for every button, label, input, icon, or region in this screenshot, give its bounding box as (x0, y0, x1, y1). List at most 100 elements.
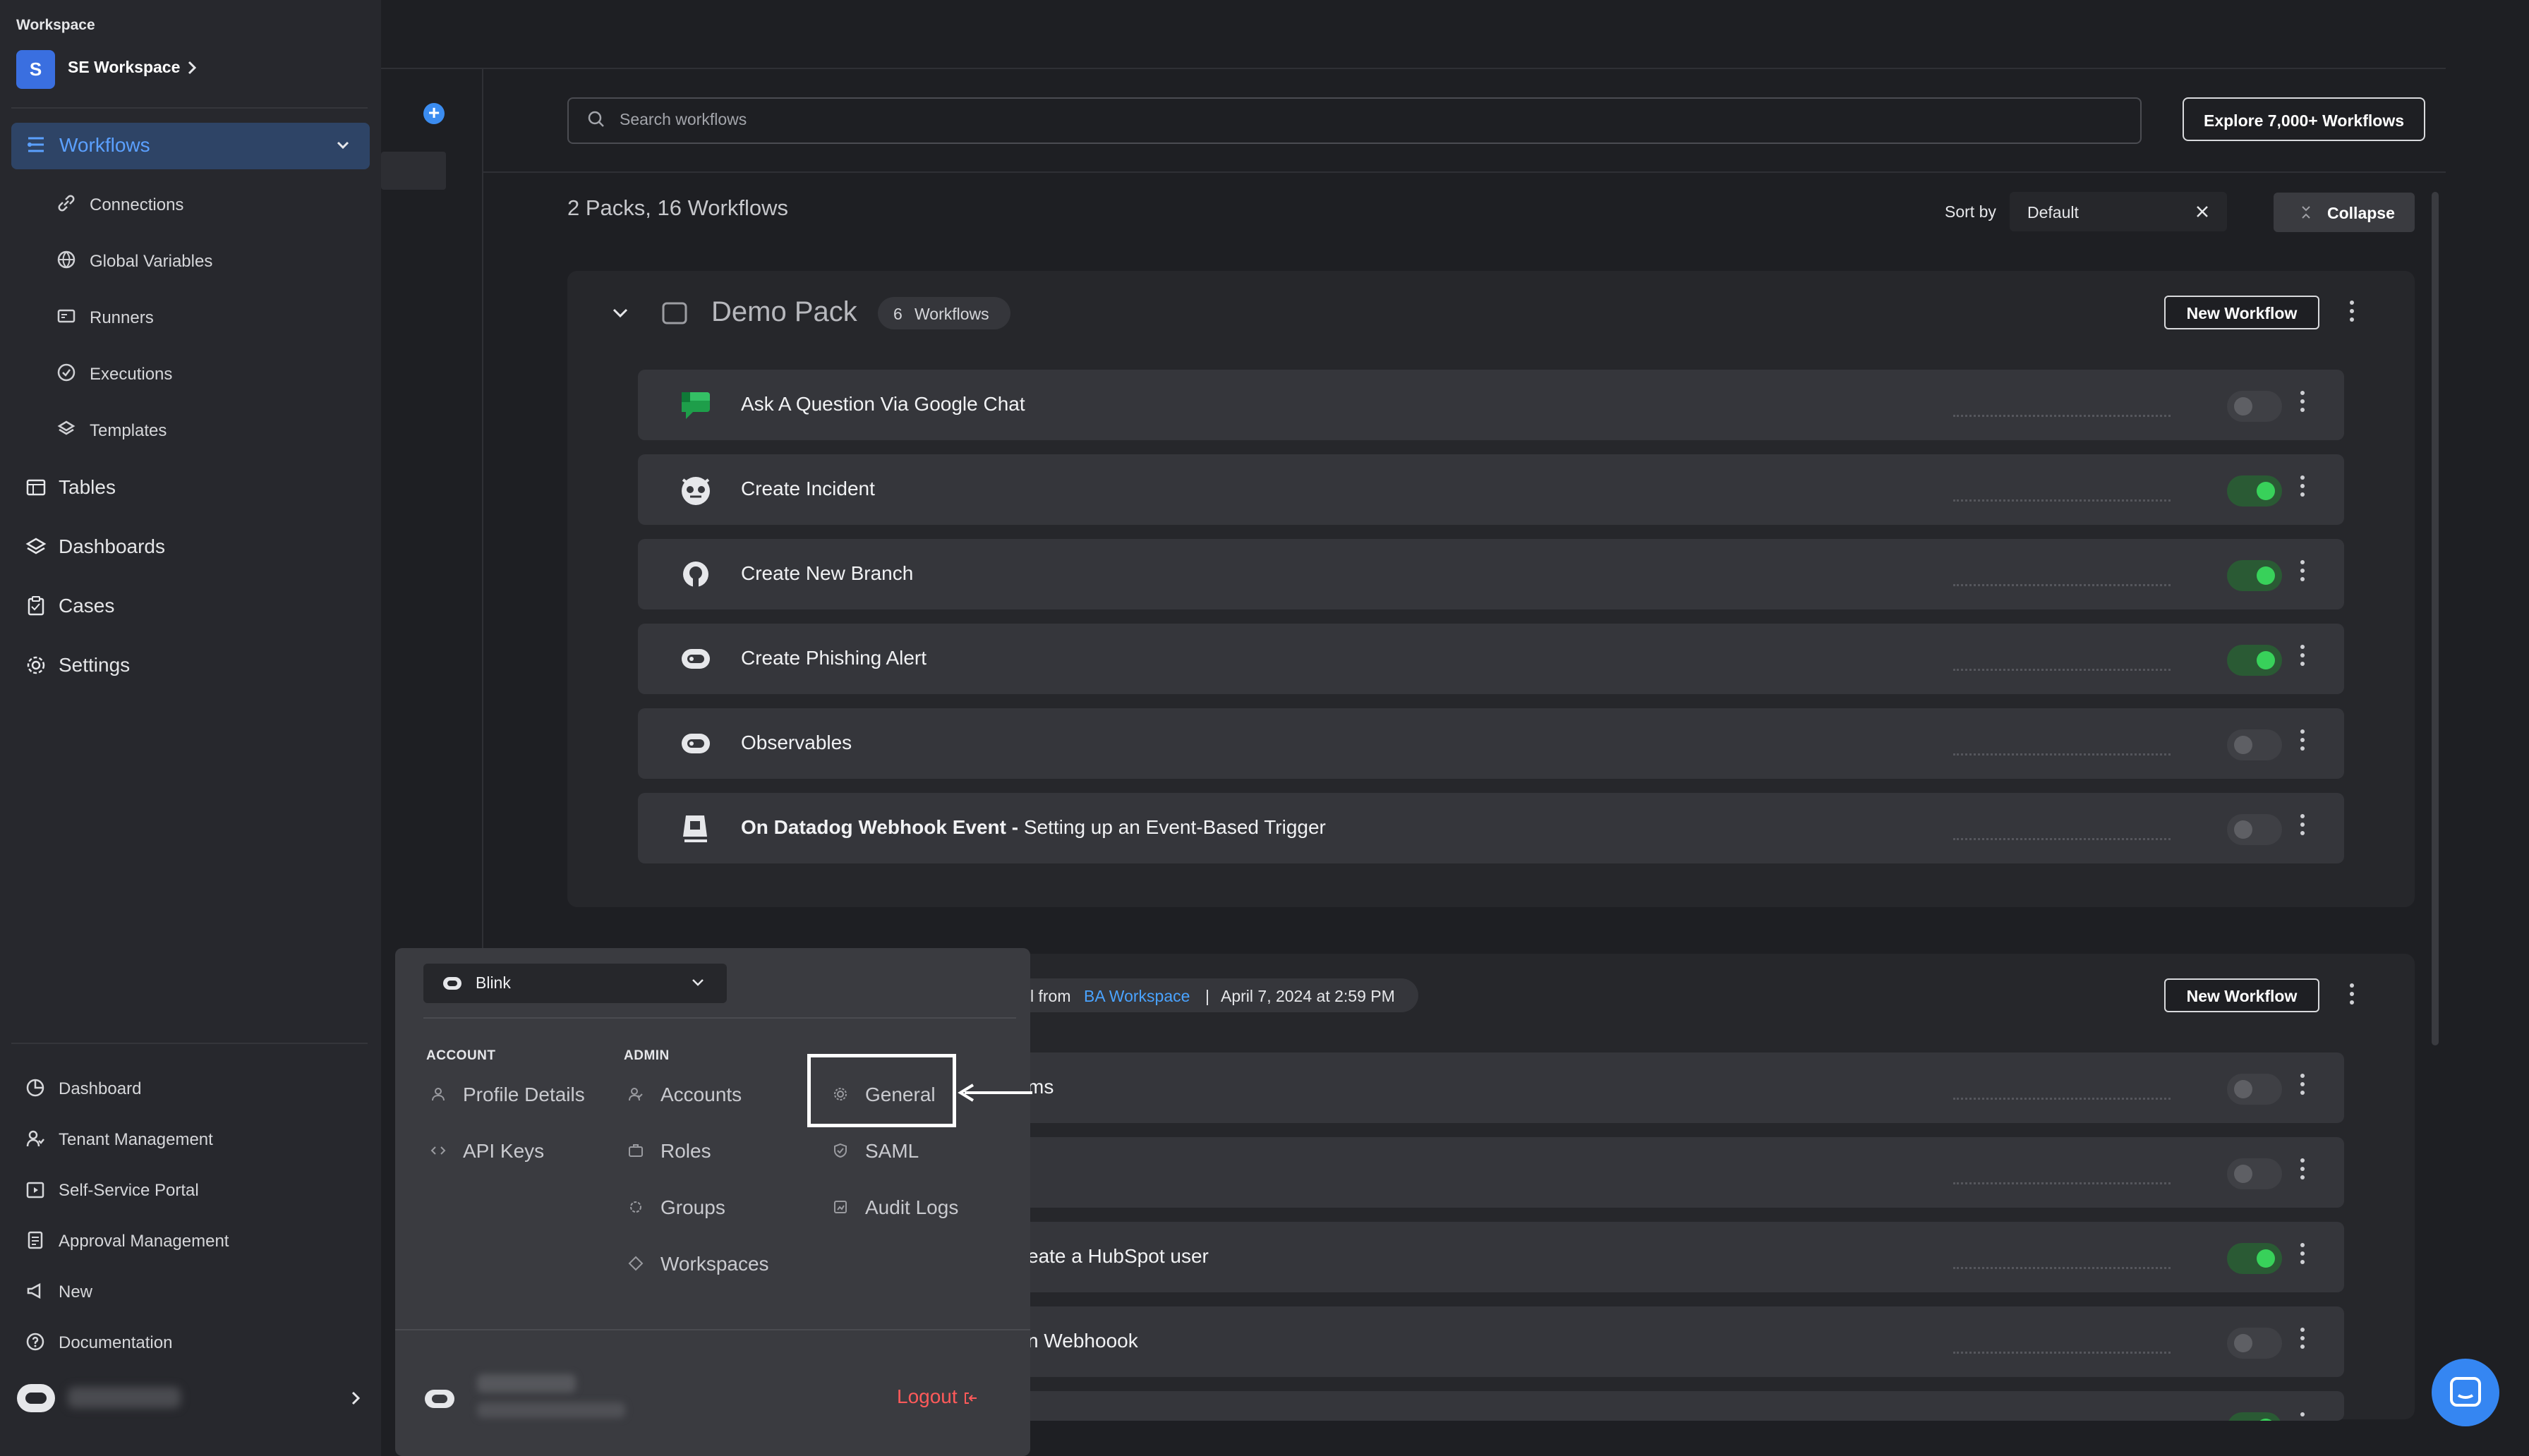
sidebar-item-tenant-management[interactable]: Tenant Management (59, 1130, 213, 1150)
chevron-down-icon[interactable] (334, 138, 351, 152)
workspace-name[interactable]: SE Workspace (68, 58, 180, 77)
main-divider (482, 171, 2446, 173)
add-icon[interactable]: + (423, 103, 445, 124)
pack-meta-separator: | (1205, 987, 1209, 1005)
sidebar-item-templates[interactable]: Templates (90, 421, 167, 441)
collapse-label: Collapse (2327, 204, 2395, 222)
menu-item-roles[interactable]: Roles (660, 1140, 711, 1163)
sidebar-item-runners[interactable]: Runners (90, 308, 154, 328)
workflow-row[interactable]: Ask A Question Via Google Chat (638, 370, 2344, 440)
workflow-toggle[interactable] (2227, 391, 2282, 422)
sidebar-item-cases[interactable]: Cases (59, 595, 114, 617)
sort-value: Default (2027, 203, 2079, 222)
table-icon (25, 477, 47, 498)
workflow-row[interactable]: On Datadog Webhook Event - Setting up an… (638, 793, 2344, 863)
sidebar-item-self-service-portal[interactable]: Self-Service Portal (59, 1181, 199, 1201)
workflow-toggle[interactable] (2227, 1158, 2282, 1189)
workspace-avatar[interactable]: S (16, 50, 55, 89)
more-icon[interactable] (2300, 814, 2306, 839)
sidebar-item-executions[interactable]: Executions (90, 365, 172, 384)
more-icon[interactable] (2300, 1328, 2306, 1353)
sidebar-item-new[interactable]: New (59, 1282, 92, 1302)
tenant-select-value: Blink (476, 973, 511, 992)
menu-item-api-keys[interactable]: API Keys (463, 1140, 544, 1163)
chat-support-button[interactable] (2432, 1359, 2499, 1426)
collapse-button[interactable]: Collapse (2274, 193, 2415, 232)
more-icon[interactable] (2300, 729, 2306, 755)
chevron-right-icon[interactable] (350, 1390, 361, 1407)
workflow-toggle[interactable] (2227, 1243, 2282, 1274)
more-icon[interactable] (2300, 560, 2306, 586)
sidebar-item-documentation[interactable]: Documentation (59, 1333, 172, 1353)
more-icon[interactable] (2300, 1158, 2306, 1184)
workflow-toggle[interactable] (2227, 1074, 2282, 1105)
more-icon[interactable] (2350, 983, 2355, 1009)
profile-email-blurred (477, 1402, 625, 1418)
row-divider (1953, 669, 2171, 671)
sidebar-item-tables[interactable]: Tables (59, 476, 116, 499)
popup-divider (423, 1017, 1016, 1019)
new-workflow-button[interactable]: New Workflow (2164, 296, 2319, 329)
chevron-down-icon[interactable] (610, 305, 631, 322)
pack-meta: l from BA Workspace | April 7, 2024 at 2… (1002, 978, 1418, 1012)
more-icon[interactable] (2300, 475, 2306, 501)
row-divider (1953, 1267, 2171, 1269)
menu-item-saml[interactable]: SAML (865, 1140, 919, 1163)
menu-item-workspaces[interactable]: Workspaces (660, 1253, 769, 1275)
explore-workflows-button[interactable]: Explore 7,000+ Workflows (2183, 97, 2425, 141)
sidebar-item-settings[interactable]: Settings (59, 654, 130, 677)
users-icon (25, 1129, 45, 1148)
github-icon (677, 556, 714, 593)
more-icon[interactable] (2300, 1074, 2306, 1099)
new-workflow-button[interactable]: New Workflow (2164, 978, 2319, 1012)
sidebar-item-approval-management[interactable]: Approval Management (59, 1232, 229, 1251)
workflow-row[interactable]: Observables (638, 708, 2344, 779)
check-circle-icon (56, 363, 76, 382)
globe-icon (56, 250, 76, 269)
workflow-toggle[interactable] (2227, 1328, 2282, 1359)
sort-label: Sort by (1945, 202, 1996, 221)
logout-label: Logout (897, 1385, 958, 1407)
menu-item-profile-details[interactable]: Profile Details (463, 1084, 585, 1106)
clipboard-icon (25, 595, 47, 617)
gear-icon (25, 655, 47, 676)
google-chat-icon (677, 387, 714, 423)
menu-item-accounts[interactable]: Accounts (660, 1084, 742, 1106)
pack-meta-workspace-link[interactable]: BA Workspace (1084, 987, 1190, 1006)
search-input[interactable] (567, 97, 2142, 144)
more-icon[interactable] (2300, 645, 2306, 670)
menu-item-audit-logs[interactable]: Audit Logs (865, 1196, 958, 1219)
chevron-right-icon[interactable] (185, 58, 199, 78)
more-icon[interactable] (2300, 391, 2306, 416)
sidebar-item-connections[interactable]: Connections (90, 195, 183, 215)
workflow-toggle[interactable] (2227, 475, 2282, 506)
chevron-down-icon[interactable] (690, 976, 706, 989)
scrollbar[interactable] (2432, 192, 2439, 1045)
more-icon[interactable] (2350, 301, 2355, 326)
sidebar-item-global-variables[interactable]: Global Variables (90, 252, 212, 272)
close-icon[interactable] (2195, 204, 2210, 219)
sidebar-item-dashboards[interactable]: Dashboards (59, 535, 165, 558)
workflow-toggle[interactable] (2227, 560, 2282, 591)
workflow-row[interactable]: Create Incident (638, 454, 2344, 525)
user-avatar[interactable] (16, 1381, 56, 1415)
workflow-toggle[interactable] (2227, 645, 2282, 676)
workflow-title-rest: Setting up an Event-Based Trigger (1018, 816, 1326, 838)
logout-button[interactable]: Logout (897, 1385, 978, 1408)
secondary-item[interactable] (381, 152, 446, 190)
sidebar-item-dashboard[interactable]: Dashboard (59, 1079, 141, 1099)
more-icon[interactable] (2300, 1243, 2306, 1268)
menu-item-groups[interactable]: Groups (660, 1196, 725, 1219)
workflow-toggle[interactable] (2227, 814, 2282, 845)
link-icon (56, 193, 76, 213)
collapse-icon (2299, 204, 2313, 221)
workflow-row[interactable]: Create New Branch (638, 539, 2344, 609)
workflow-toggle[interactable] (2227, 1412, 2282, 1421)
workflow-row[interactable]: Create Phishing Alert (638, 624, 2344, 694)
workflow-toggle[interactable] (2227, 729, 2282, 760)
more-icon[interactable] (2300, 1412, 2306, 1421)
tenant-select[interactable] (423, 964, 727, 1003)
datadog-icon (677, 810, 714, 847)
admin-header: ADMIN (624, 1048, 670, 1063)
megaphone-icon (25, 1281, 45, 1301)
